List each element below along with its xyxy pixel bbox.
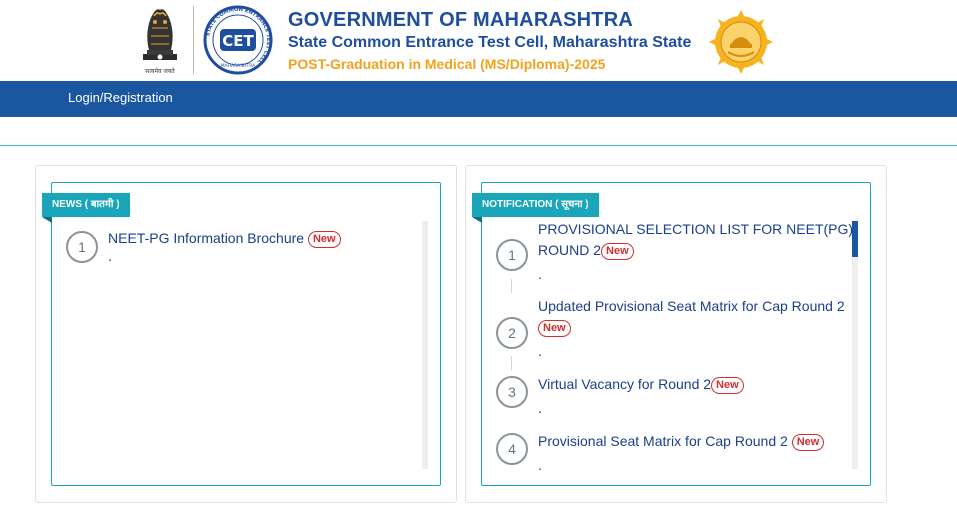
notification-scrollbar-thumb[interactable] [852,221,858,257]
notification-item-text: PROVISIONAL SELECTION LIST FOR NEET(PG) … [538,221,854,281]
new-badge: New [791,434,825,451]
notification-scrollbar[interactable] [852,221,858,469]
notification-item-link[interactable]: Provisional Seat Matrix for Cap Round 2 [538,433,788,449]
news-list[interactable]: 1 NEET-PG Information Brochure New . [52,221,426,471]
maharashtra-seal-icon [709,10,773,74]
notification-item-number: 3 [496,376,528,408]
cet-logo-icon: STATE COMMON ENTRANCE TEST CELL MAHARASH… [203,5,273,75]
notification-item-number: 2 [496,317,528,349]
news-panel: NEWS ( बातमी ) 1 NEET-PG Information Bro… [35,165,457,503]
notification-tag: NOTIFICATION ( सूचना ) [472,193,599,223]
notification-item-text: Virtual Vacancy for Round 2 New . [538,374,856,415]
notification-item-link[interactable]: PROVISIONAL SELECTION LIST FOR NEET(PG) … [538,221,853,258]
news-tag: NEWS ( बातमी ) [42,193,130,223]
new-badge: New [601,243,634,260]
notification-box: NOTIFICATION ( सूचना ) 1 PROVISIONAL SEL… [472,182,871,486]
header-divider [193,6,194,74]
news-item-number: 1 [66,231,98,263]
notification-item-dot: . [538,343,542,359]
site-subtitle: State Common Entrance Test Cell, Maharas… [288,34,692,51]
news-item-dot: . [108,248,112,264]
news-item-text: NEET-PG Information Brochure New . [108,228,426,263]
site-header: सत्यमेव जयते STATE COMMON ENTRANCE TEST … [0,0,957,81]
notification-item-text: Provisional Seat Matrix for Cap Round 2 … [538,431,856,471]
notification-item-text: Updated Provisional Seat Matrix for Cap … [538,296,856,358]
national-emblem-icon: सत्यमेव जयते [143,9,177,75]
notification-item-dot: . [538,266,542,282]
news-item-link[interactable]: NEET-PG Information Brochure [108,230,304,246]
notification-item-link[interactable]: Virtual Vacancy for Round 2 [538,376,711,392]
new-badge: New [307,231,341,248]
course-title: POST-Graduation in Medical (MS/Diploma)-… [288,56,606,72]
content-divider [0,145,957,146]
news-box: NEWS ( बातमी ) 1 NEET-PG Information Bro… [42,182,441,486]
timeline-connector [511,279,512,293]
notification-item-number: 4 [496,433,528,465]
notification-panel: NOTIFICATION ( सूचना ) 1 PROVISIONAL SEL… [465,165,887,503]
notification-item-dot: . [538,400,542,416]
header-titles: GOVERNMENT OF MAHARASHTRA State Common E… [288,8,691,74]
emblem-caption: सत्यमेव जयते [145,67,175,75]
new-badge: New [538,320,571,337]
news-scrollbar[interactable] [422,221,428,469]
cet-ring-bottom: MAHARASHTRA [221,63,256,69]
notification-item-number: 1 [496,239,528,271]
notification-item-dot: . [538,457,542,471]
notification-list[interactable]: 1 PROVISIONAL SELECTION LIST FOR NEET(PG… [482,221,856,471]
new-badge: New [711,377,744,394]
timeline-connector [511,356,512,370]
notification-item-link[interactable]: Updated Provisional Seat Matrix for Cap … [538,298,845,314]
site-title: GOVERNMENT OF MAHARASHTRA [288,9,633,31]
login-registration-link[interactable]: Login/Registration [68,90,173,105]
cet-logo-text: CET [222,32,254,50]
main-nav: Login/Registration [0,81,957,117]
